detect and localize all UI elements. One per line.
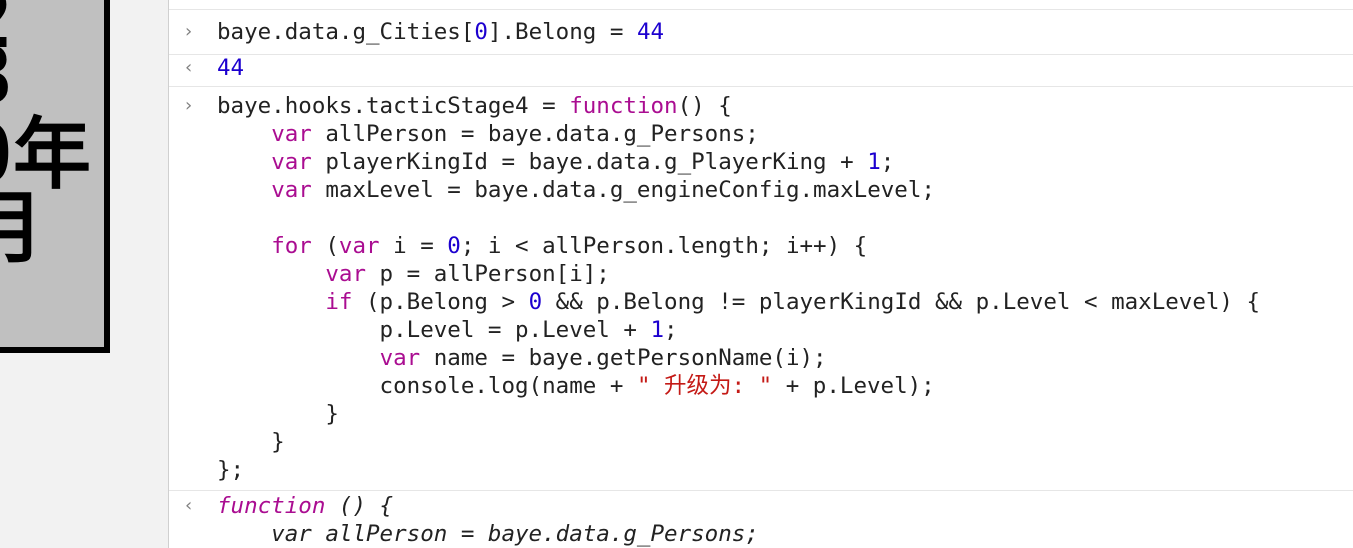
code-line: baye.data.g_Cities[0].Belong = 44: [217, 18, 664, 46]
code-token: console.log(name +: [217, 373, 637, 399]
game-glyph: 0年: [0, 110, 91, 200]
code-token: 1: [867, 149, 881, 175]
console-entry-prev: ‹ 43: [169, 0, 1353, 10]
code-token: var: [271, 177, 312, 203]
code-token: ; i < allPerson.length; i++) {: [460, 233, 868, 259]
code-line: console.log(name + " 升级为: " + p.Level);: [217, 372, 935, 400]
code-line: }: [217, 428, 285, 456]
game-panel: 2 3 0年 月: [0, 0, 168, 548]
code-token: + p.Level);: [772, 373, 935, 399]
code-token: p.Level = p.Level +: [217, 317, 651, 343]
console-output-entry[interactable]: ‹ function () { var allPerson = baye.data…: [169, 488, 1353, 548]
code-token: 1: [650, 317, 665, 343]
input-chevron-icon: ›: [185, 95, 193, 116]
code-token: i =: [379, 233, 448, 259]
code-token: 0: [447, 233, 461, 259]
output-chevron-icon: ‹: [185, 0, 205, 6]
page: 2 3 0年 月 ‹ 43 ›baye.data.g_Cities[0].Bel…: [0, 0, 1353, 548]
code-line: var allPerson = baye.data.g_Persons;: [217, 520, 759, 548]
code-token: && p.Belong != playerKingId && p.Level <…: [542, 289, 1261, 315]
code-line: var playerKingId = baye.data.g_PlayerKin…: [217, 148, 894, 176]
code-token: playerKingId = baye.data.g_PlayerKing +: [311, 149, 868, 175]
code-line: var allPerson = baye.data.g_Persons;: [217, 120, 759, 148]
input-chevron-icon: ›: [185, 21, 193, 42]
code-token: for: [271, 233, 312, 259]
code-line: };: [217, 456, 244, 484]
code-token: var: [338, 233, 380, 259]
code-line: if (p.Belong > 0 && p.Belong != playerKi…: [217, 288, 1260, 316]
console-output-entry[interactable]: ‹ 44: [169, 50, 1353, 87]
code-line: }: [217, 400, 339, 428]
code-line: baye.hooks.tacticStage4 = function() {: [217, 92, 732, 120]
game-glyph: 月: [0, 190, 44, 268]
code-token: function: [217, 493, 326, 519]
code-token: var: [271, 149, 312, 175]
devtools-console[interactable]: ‹ 43 ›baye.data.g_Cities[0].Belong = 44‹…: [169, 0, 1353, 548]
output-chevron-icon: ‹: [185, 495, 193, 516]
code-token: if: [325, 289, 353, 315]
code-token: var allPerson = baye.data.g_Persons;: [217, 521, 759, 547]
code-token: (: [311, 233, 339, 259]
code-line: 44: [217, 54, 244, 82]
code-token: p = allPerson[i];: [366, 261, 610, 287]
output-chevron-icon: ‹: [185, 57, 193, 78]
code-token: ;: [880, 149, 895, 175]
code-token: baye.data.g_Cities[: [217, 19, 475, 45]
code-line: function () {: [217, 492, 393, 520]
code-line: for (var i = 0; i < allPerson.length; i+…: [217, 232, 867, 260]
console-input-entry[interactable]: › baye.hooks.tacticStage4 = function() { …: [169, 86, 1353, 491]
code-line: var p = allPerson[i];: [217, 260, 610, 288]
code-token: };: [217, 457, 245, 483]
code-token: " 升级为: ": [636, 373, 773, 399]
code-token: () {: [677, 93, 732, 119]
code-token: (p.Belong >: [352, 289, 529, 315]
code-line: var maxLevel = baye.data.g_engineConfig.…: [217, 176, 935, 204]
game-glyph: 3: [0, 38, 13, 116]
code-line: var name = baye.getPersonName(i);: [217, 344, 827, 372]
code-token: var: [325, 261, 367, 287]
code-token: }: [217, 401, 339, 427]
code-token: var: [379, 345, 421, 371]
console-input-entry[interactable]: › baye.data.g_Cities[0].Belong = 44: [169, 10, 1353, 55]
code-token: function: [569, 93, 678, 119]
code-token: allPerson = baye.data.g_Persons;: [311, 121, 759, 147]
code-token: 0: [528, 289, 543, 315]
code-token: name = baye.getPersonName(i);: [420, 345, 827, 371]
code-line: p.Level = p.Level + 1;: [217, 316, 678, 344]
code-token: () {: [325, 493, 394, 519]
code-token: 44: [217, 55, 245, 81]
code-token: 0: [474, 19, 488, 45]
code-token: var: [271, 121, 312, 147]
code-token: }: [217, 429, 285, 455]
code-token: 44: [636, 19, 665, 45]
code-token: ;: [664, 317, 678, 343]
console-result-value: 43: [217, 0, 244, 6]
code-token: ].Belong =: [487, 19, 637, 45]
game-date-box: 2 3 0年 月: [0, 0, 110, 353]
code-token: maxLevel = baye.data.g_engineConfig.maxL…: [311, 177, 935, 203]
code-token: baye.hooks.tacticStage4 =: [217, 93, 570, 119]
